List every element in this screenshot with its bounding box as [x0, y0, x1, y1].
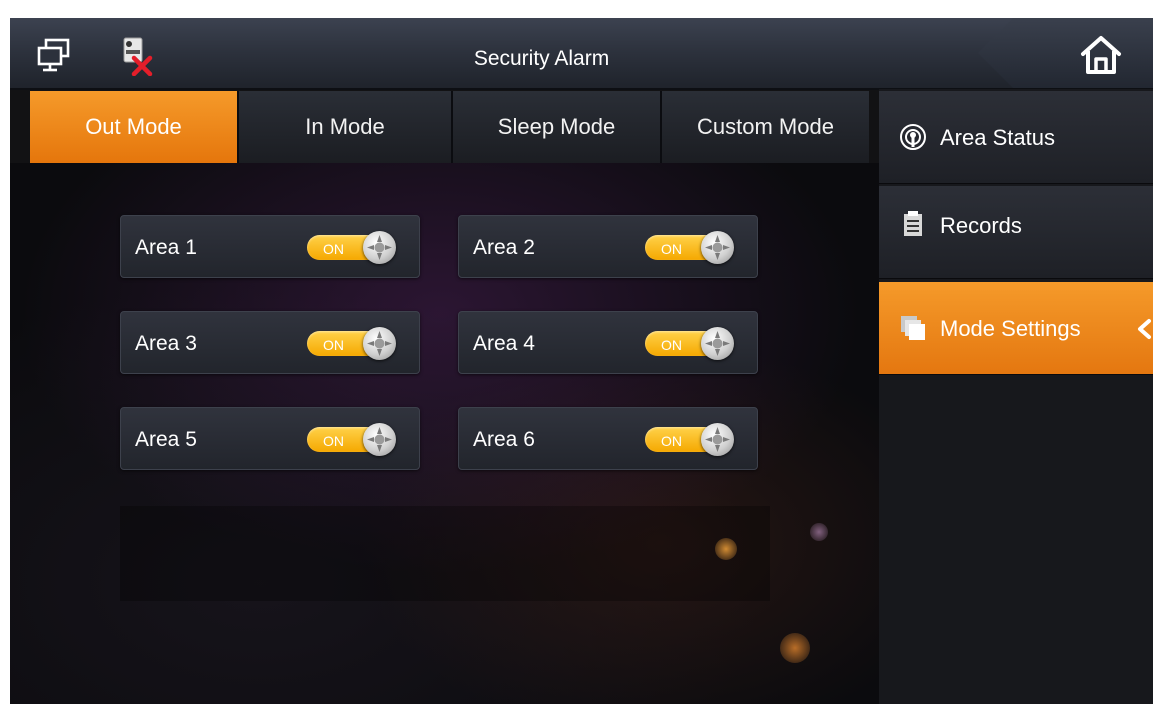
area-card-4: Area 4 ON	[458, 311, 758, 374]
records-icon	[899, 210, 927, 238]
area-status-icon	[899, 123, 927, 151]
toggle-knob	[363, 327, 396, 360]
tab-in-mode[interactable]: In Mode	[239, 91, 453, 163]
toggle-knob	[363, 423, 396, 456]
area-card-2: Area 2 ON	[458, 215, 758, 278]
side-menu: Area Status Records Mode Settings	[879, 89, 1153, 704]
toggle-state: ON	[661, 337, 682, 353]
area-label: Area 4	[473, 332, 535, 355]
title-bar: Security Alarm	[10, 18, 1153, 90]
area-card-3: Area 3 ON	[120, 311, 420, 374]
area-label: Area 5	[135, 428, 197, 451]
area-1-toggle[interactable]: ON	[307, 231, 397, 264]
tab-out-mode[interactable]: Out Mode	[30, 91, 239, 163]
area-card-5: Area 5 ON	[120, 407, 420, 470]
area-5-toggle[interactable]: ON	[307, 423, 397, 456]
area-label: Area 1	[135, 236, 197, 259]
background-glow	[715, 538, 737, 560]
area-2-toggle[interactable]: ON	[645, 231, 735, 264]
home-button[interactable]	[978, 18, 1153, 88]
area-card-6: Area 6 ON	[458, 407, 758, 470]
area-settings-panel: Area 1 ON Area 2 ON Area 3 ON Area 4 ON	[10, 163, 879, 704]
area-label: Area 6	[473, 428, 535, 451]
side-item-label: Area Status	[940, 125, 1055, 150]
background-glow	[810, 523, 828, 541]
toggle-knob	[701, 327, 734, 360]
toggle-knob	[701, 231, 734, 264]
area-4-toggle[interactable]: ON	[645, 327, 735, 360]
toggle-knob	[701, 423, 734, 456]
toggle-state: ON	[661, 433, 682, 449]
mode-tabs: Out Mode In Mode Sleep Mode Custom Mode	[30, 91, 869, 163]
area-6-toggle[interactable]: ON	[645, 423, 735, 456]
toggle-state: ON	[661, 241, 682, 257]
toggle-state: ON	[323, 433, 344, 449]
side-item-label: Mode Settings	[940, 316, 1081, 341]
page-title: Security Alarm	[473, 47, 610, 70]
background-glow	[780, 633, 810, 663]
security-alarm-screen: Security Alarm Out Mode In Mode Sleep Mo…	[10, 18, 1153, 704]
side-item-area-status[interactable]: Area Status	[879, 91, 1153, 184]
area-label: Area 2	[473, 236, 535, 259]
home-icon	[1079, 34, 1123, 76]
side-item-mode-settings[interactable]: Mode Settings	[879, 282, 1153, 375]
toggle-state: ON	[323, 337, 344, 353]
background-panel	[120, 506, 770, 601]
chevron-left-icon	[1135, 318, 1153, 340]
mode-settings-icon	[899, 314, 927, 342]
side-item-label: Records	[940, 213, 1022, 238]
side-item-records[interactable]: Records	[879, 186, 1153, 279]
tab-sleep-mode[interactable]: Sleep Mode	[453, 91, 662, 163]
area-label: Area 3	[135, 332, 197, 355]
toggle-knob	[363, 231, 396, 264]
area-card-1: Area 1 ON	[120, 215, 420, 278]
area-3-toggle[interactable]: ON	[307, 327, 397, 360]
tab-custom-mode[interactable]: Custom Mode	[662, 91, 869, 163]
toggle-state: ON	[323, 241, 344, 257]
